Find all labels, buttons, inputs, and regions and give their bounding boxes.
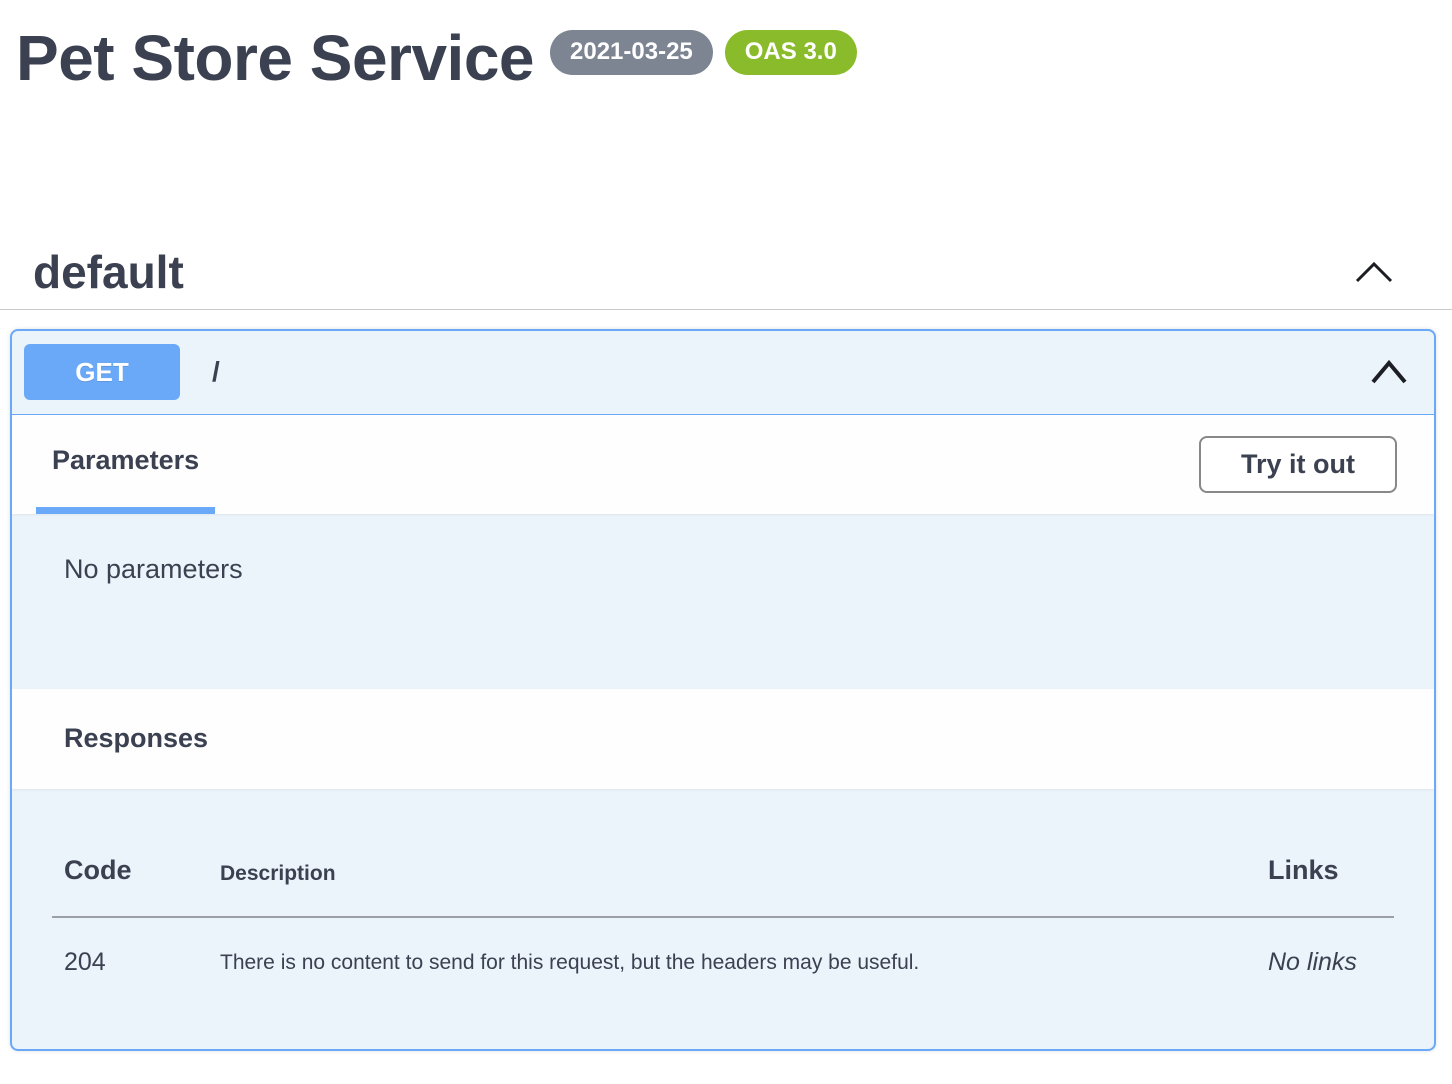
- responses-table-header-row: Code Description Links: [52, 789, 1394, 917]
- badges: 2021-03-25 OAS 3.0: [550, 30, 857, 75]
- tab-parameters[interactable]: Parameters: [36, 415, 215, 514]
- parameters-tab-label: Parameters: [52, 445, 199, 476]
- oas-version-badge: OAS 3.0: [725, 30, 857, 75]
- version-badge: 2021-03-25: [550, 30, 713, 75]
- chevron-up-icon[interactable]: [1370, 358, 1408, 386]
- operation-summary[interactable]: GET /: [12, 331, 1434, 415]
- api-info-header: Pet Store Service 2021-03-25 OAS 3.0: [0, 0, 1452, 96]
- responses-table: Code Description Links 204 There is no c…: [52, 789, 1394, 1045]
- try-out-wrap: Try it out: [1199, 415, 1397, 514]
- operation-block-get: GET / Parameters Try it out No parameter…: [10, 329, 1436, 1051]
- chevron-up-icon[interactable]: [1354, 260, 1394, 284]
- operation-path[interactable]: /: [212, 356, 220, 388]
- column-header-description: Description: [220, 789, 1268, 917]
- responses-body: Code Description Links 204 There is no c…: [12, 789, 1434, 1049]
- no-parameters-message: No parameters: [64, 554, 1382, 585]
- swagger-ui-page: Pet Store Service 2021-03-25 OAS 3.0 def…: [0, 0, 1452, 1084]
- response-links: No links: [1268, 917, 1394, 1045]
- http-method-badge: GET: [24, 344, 180, 400]
- response-description: There is no content to send for this req…: [220, 917, 1268, 1045]
- response-code: 204: [52, 917, 220, 1045]
- column-header-links: Links: [1268, 789, 1394, 917]
- page-title: Pet Store Service: [16, 22, 534, 96]
- column-header-code: Code: [52, 789, 220, 917]
- try-it-out-button[interactable]: Try it out: [1199, 436, 1397, 493]
- section-header-spacer: [215, 415, 1199, 514]
- responses-title: Responses: [64, 723, 208, 754]
- tag-section-header[interactable]: default: [0, 236, 1452, 310]
- parameters-body: No parameters: [12, 514, 1434, 689]
- tag-title[interactable]: default: [33, 245, 184, 299]
- parameters-section-header: Parameters Try it out: [12, 415, 1434, 514]
- response-row-204: 204 There is no content to send for this…: [52, 917, 1394, 1045]
- responses-section-header: Responses: [12, 689, 1434, 789]
